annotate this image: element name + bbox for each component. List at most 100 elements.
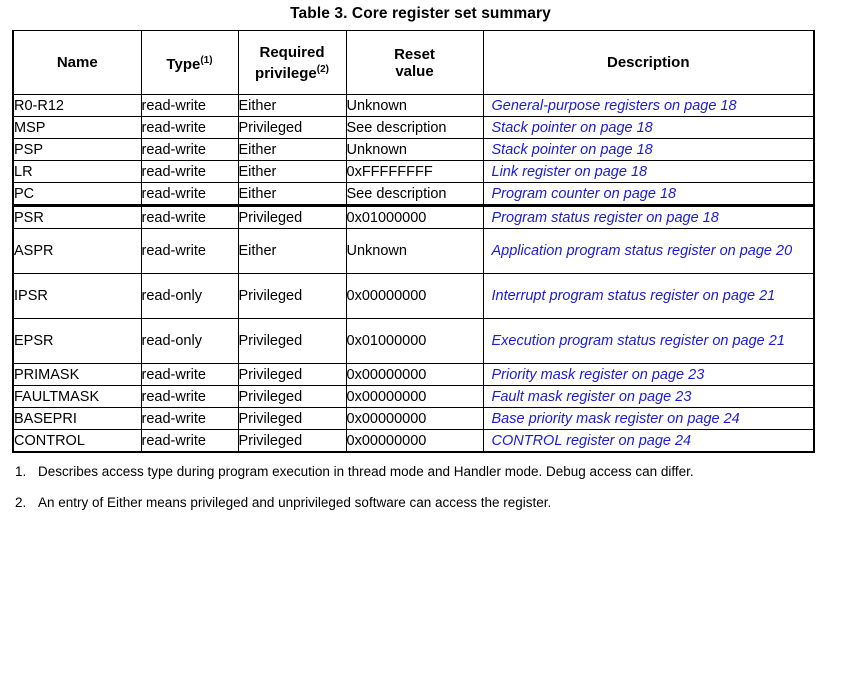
cell-register-name: ASPR	[12, 228, 142, 274]
table-row: PSR read-write Privileged 0x01000000 Pro…	[12, 204, 815, 229]
cell-reset-value: 0x00000000	[345, 407, 484, 430]
cell-register-name: CONTROL	[12, 429, 142, 453]
document-page: Table 3. Core register set summary Name …	[0, 0, 841, 685]
table-row: R0-R12 read-write Either Unknown General…	[12, 94, 815, 117]
cell-privilege: Privileged	[237, 407, 347, 430]
cell-description-link[interactable]: Link register on page 18	[482, 160, 815, 183]
cell-reset-value: 0x01000000	[345, 318, 484, 364]
cell-privilege: Either	[237, 94, 347, 117]
core-register-summary-table: Name Type(1) Required privilege(2) Reset…	[12, 30, 815, 453]
column-header-reset-value: Reset value	[345, 30, 484, 95]
column-header-description: Description	[482, 30, 815, 95]
cell-description-link[interactable]: Stack pointer on page 18	[482, 138, 815, 161]
cell-type: read-write	[140, 160, 239, 183]
cell-privilege: Privileged	[237, 385, 347, 408]
cell-type: read-write	[140, 228, 239, 274]
table-row: PSP read-write Either Unknown Stack poin…	[12, 138, 815, 161]
cell-register-name: LR	[12, 160, 142, 183]
cell-register-name: BASEPRI	[12, 407, 142, 430]
table-row: BASEPRI read-write Privileged 0x00000000…	[12, 407, 815, 430]
cell-description-link[interactable]: Fault mask register on page 23	[482, 385, 815, 408]
footnote-text: Describes access type during program exe…	[38, 464, 694, 479]
cell-register-name: EPSR	[12, 318, 142, 364]
cell-privilege: Privileged	[237, 363, 347, 386]
column-header-description-label: Description	[606, 54, 690, 71]
cell-type: read-write	[140, 385, 239, 408]
cell-privilege: Privileged	[237, 116, 347, 139]
cell-reset-value: Unknown	[345, 94, 484, 117]
cell-description-link[interactable]: General-purpose registers on page 18	[482, 94, 815, 117]
cell-description-link[interactable]: Application program status register on p…	[482, 228, 815, 274]
column-header-reset-line2: value	[395, 62, 434, 80]
cell-type: read-only	[140, 318, 239, 364]
footnote-item: 2. An entry of Either means privileged a…	[12, 495, 802, 512]
column-header-type-label: Type	[166, 56, 201, 73]
cell-type: read-write	[140, 204, 239, 229]
cell-description-link[interactable]: Base priority mask register on page 24	[482, 407, 815, 430]
cell-privilege: Either	[237, 228, 347, 274]
column-header-type: Type(1)	[140, 30, 239, 95]
footnote-ref-1: (1)	[200, 55, 213, 66]
cell-description-link[interactable]: CONTROL register on page 24	[482, 429, 815, 453]
cell-type: read-write	[140, 407, 239, 430]
cell-type: read-write	[140, 94, 239, 117]
cell-privilege: Either	[237, 160, 347, 183]
cell-reset-value: 0x00000000	[345, 385, 484, 408]
table-row: IPSR read-only Privileged 0x00000000 Int…	[12, 273, 815, 319]
table-row: PRIMASK read-write Privileged 0x00000000…	[12, 363, 815, 386]
column-header-privilege-line1: Required	[259, 43, 325, 61]
cell-privilege: Privileged	[237, 318, 347, 364]
cell-reset-value: 0x01000000	[345, 204, 484, 229]
table-caption: Table 3. Core register set summary	[290, 5, 551, 22]
cell-register-name: R0-R12	[12, 94, 142, 117]
table-row: CONTROL read-write Privileged 0x00000000…	[12, 429, 815, 453]
cell-description-link[interactable]: Priority mask register on page 23	[482, 363, 815, 386]
cell-privilege: Privileged	[237, 273, 347, 319]
cell-reset-value: Unknown	[345, 138, 484, 161]
cell-description-link[interactable]: Execution program status register on pag…	[482, 318, 815, 364]
cell-reset-value: 0x00000000	[345, 273, 484, 319]
cell-description-link[interactable]: Program status register on page 18	[482, 204, 815, 229]
table-header: Name Type(1) Required privilege(2) Reset…	[12, 30, 815, 95]
column-header-name-label: Name	[56, 54, 98, 71]
table-row: MSP read-write Privileged See descriptio…	[12, 116, 815, 139]
cell-type: read-write	[140, 363, 239, 386]
cell-reset-value: Unknown	[345, 228, 484, 274]
footnote-number: 2.	[15, 494, 27, 510]
cell-type: read-write	[140, 138, 239, 161]
column-header-required-privilege: Required privilege(2)	[237, 30, 347, 95]
cell-reset-value: See description	[345, 116, 484, 139]
table-row: PC read-write Either See description Pro…	[12, 182, 815, 206]
cell-register-name: MSP	[12, 116, 142, 139]
cell-privilege: Either	[237, 182, 347, 206]
column-header-privilege-line2: privilege	[255, 64, 317, 82]
cell-type: read-write	[140, 429, 239, 453]
cell-privilege: Privileged	[237, 204, 347, 229]
cell-register-name: PC	[12, 182, 142, 206]
cell-register-name: PSP	[12, 138, 142, 161]
table-row: EPSR read-only Privileged 0x01000000 Exe…	[12, 318, 815, 364]
cell-description-link[interactable]: Interrupt program status register on pag…	[482, 273, 815, 319]
cell-reset-value: 0x00000000	[345, 429, 484, 453]
cell-reset-value: 0xFFFFFFFF	[345, 160, 484, 183]
cell-register-name: IPSR	[12, 273, 142, 319]
cell-reset-value: 0x00000000	[345, 363, 484, 386]
footnote-ref-2: (2)	[316, 63, 329, 75]
table-body: R0-R12 read-write Either Unknown General…	[12, 94, 815, 453]
footnote-text: An entry of Either means privileged and …	[38, 494, 552, 510]
cell-description-link[interactable]: Program counter on page 18	[482, 182, 815, 206]
cell-register-name: PSR	[12, 204, 142, 229]
footnote-number: 1.	[15, 464, 27, 479]
table-row: FAULTMASK read-write Privileged 0x000000…	[12, 385, 815, 408]
table-container: Name Type(1) Required privilege(2) Reset…	[12, 30, 815, 453]
cell-register-name: PRIMASK	[12, 363, 142, 386]
cell-privilege: Privileged	[237, 429, 347, 453]
footnote-item: 1. Describes access type during program …	[12, 464, 802, 481]
table-header-row: Name Type(1) Required privilege(2) Reset…	[12, 30, 815, 95]
cell-privilege: Either	[237, 138, 347, 161]
cell-type: read-write	[140, 116, 239, 139]
column-header-name: Name	[12, 30, 142, 95]
cell-description-link[interactable]: Stack pointer on page 18	[482, 116, 815, 139]
cell-type: read-write	[140, 182, 239, 206]
table-row: ASPR read-write Either Unknown Applicati…	[12, 228, 815, 274]
